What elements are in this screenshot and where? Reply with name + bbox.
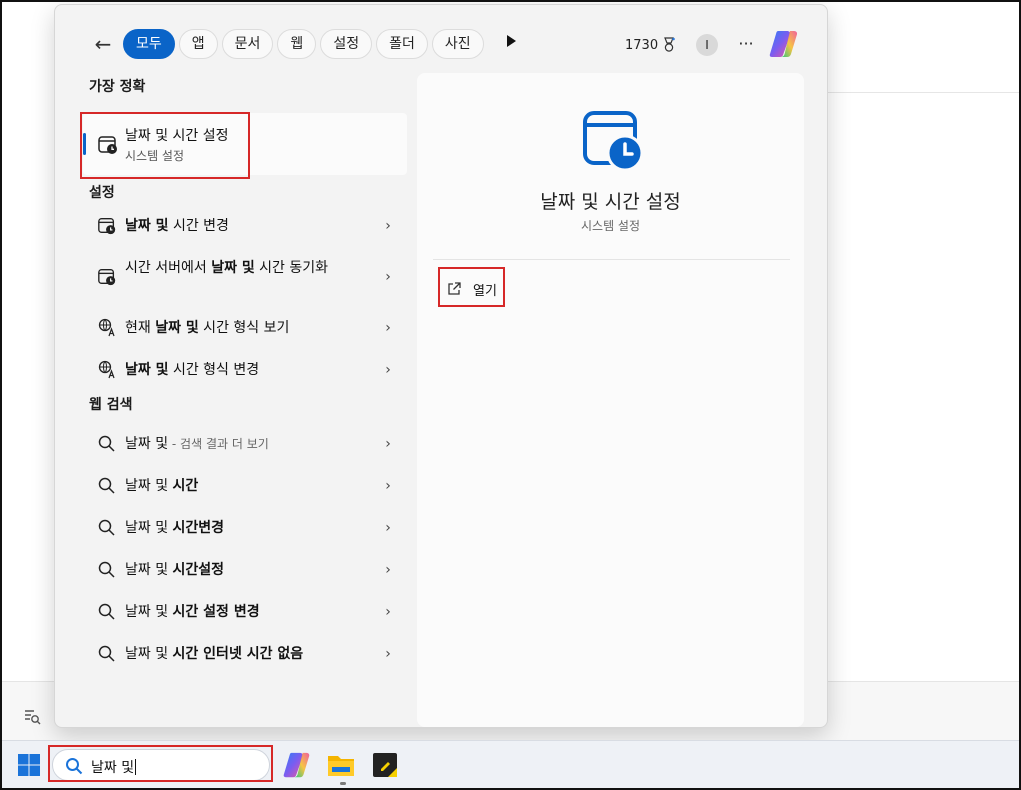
chevron-right-icon[interactable]: › xyxy=(381,644,395,664)
tab-web[interactable]: 웹 xyxy=(277,29,317,59)
tab-settings[interactable]: 설정 xyxy=(320,29,373,59)
best-match-subtitle: 시스템 설정 xyxy=(125,149,185,163)
chevron-right-icon[interactable]: › xyxy=(381,216,395,236)
windows-start-icon[interactable] xyxy=(17,753,41,777)
results-list: 가장 정확 날짜 및 시간 설정 시스템 설정 설정 날짜 및 시간 변경 › xyxy=(77,75,411,675)
tab-apps[interactable]: 앱 xyxy=(178,29,218,59)
chevron-right-icon[interactable]: › xyxy=(381,560,395,580)
taskbar-search-input[interactable]: 날짜 및 xyxy=(52,749,270,781)
search-filter-bar: ← 모두 앱 문서 웹 설정 폴더 사진 1730 I ··· xyxy=(55,5,827,75)
tab-photos[interactable]: 사진 xyxy=(431,29,484,59)
rewards-points[interactable]: 1730 xyxy=(625,37,676,53)
section-settings: 설정 xyxy=(89,185,115,201)
selection-indicator xyxy=(83,133,86,155)
settings-result-item[interactable]: 현재 날짜 및 시간 형식 보기 › xyxy=(83,307,407,349)
web-result-item[interactable]: 날짜 및 시간 › xyxy=(83,465,407,507)
open-external-icon xyxy=(448,282,461,295)
calendar-clock-icon xyxy=(98,269,116,286)
settings-result-item[interactable]: 시간 서버에서 날짜 및 시간 동기화 › xyxy=(83,247,407,307)
open-label: 열기 xyxy=(473,283,497,299)
more-options-icon[interactable]: ··· xyxy=(735,31,757,57)
avatar[interactable]: I xyxy=(696,34,718,56)
copilot-icon[interactable] xyxy=(282,750,312,780)
best-match-item[interactable]: 날짜 및 시간 설정 시스템 설정 xyxy=(83,113,407,175)
tab-documents[interactable]: 문서 xyxy=(221,29,274,59)
best-match-title: 날짜 및 시간 설정 xyxy=(125,128,229,144)
search-icon xyxy=(98,477,115,494)
file-explorer-icon[interactable] xyxy=(326,750,356,780)
result-detail-pane: 날짜 및 시간 설정 시스템 설정 열기 xyxy=(417,73,804,727)
web-result-item[interactable]: 날짜 및 시간 인터넷 시간 없음 › xyxy=(83,633,407,675)
result-text: 현재 날짜 및 시간 형식 보기 xyxy=(125,320,290,336)
filter-tabs: 모두 앱 문서 웹 설정 폴더 사진 xyxy=(123,29,528,59)
detail-subtitle: 시스템 설정 xyxy=(580,219,640,233)
search-panel: ← 모두 앱 문서 웹 설정 폴더 사진 1730 I ··· 가장 정확 날짜… xyxy=(54,4,828,728)
search-icon xyxy=(66,758,83,775)
result-text: 날짜 및 시간 형식 변경 xyxy=(125,362,260,378)
result-text: 날짜 및 시간변경 xyxy=(125,520,225,536)
search-icon xyxy=(98,645,115,662)
settings-result-item[interactable]: 날짜 및 시간 형식 변경 › xyxy=(83,349,407,391)
chevron-right-icon[interactable]: › xyxy=(381,602,395,622)
copilot-icon[interactable] xyxy=(768,29,800,59)
text-caret xyxy=(135,759,137,775)
search-icon xyxy=(98,519,115,536)
section-best-match: 가장 정확 xyxy=(89,79,146,95)
tab-all[interactable]: 모두 xyxy=(123,29,175,59)
calendar-clock-icon xyxy=(98,218,116,235)
medal-icon xyxy=(664,37,675,52)
language-format-icon xyxy=(98,318,115,337)
result-text: 시간 서버에서 날짜 및 시간 동기화 xyxy=(125,260,329,276)
chevron-right-icon[interactable]: › xyxy=(381,318,395,338)
background-divider xyxy=(828,92,1019,93)
chevron-right-icon[interactable]: › xyxy=(381,518,395,538)
list-search-icon[interactable] xyxy=(22,706,42,726)
open-button[interactable]: 열기 xyxy=(441,275,503,303)
settings-result-item[interactable]: 날짜 및 시간 변경 › xyxy=(83,205,407,247)
calendar-clock-icon xyxy=(98,136,117,154)
web-result-item[interactable]: 날짜 및 - 검색 결과 더 보기 › xyxy=(83,423,407,465)
result-text: 날짜 및 시간 xyxy=(125,478,199,494)
search-icon xyxy=(98,603,115,620)
search-icon xyxy=(98,561,115,578)
back-arrow-icon[interactable]: ← xyxy=(91,31,115,57)
sticky-notes-icon[interactable] xyxy=(370,750,400,780)
result-text: 날짜 및 시간 인터넷 시간 없음 xyxy=(125,646,304,662)
rewards-points-value: 1730 xyxy=(625,37,659,53)
language-format-icon xyxy=(98,360,115,379)
result-text: 날짜 및 시간 설정 변경 xyxy=(125,604,260,620)
tab-folders[interactable]: 폴더 xyxy=(376,29,428,59)
web-result-item[interactable]: 날짜 및 시간변경 › xyxy=(83,507,407,549)
result-text: 날짜 및 - 검색 결과 더 보기 xyxy=(125,436,269,452)
web-result-item[interactable]: 날짜 및 시간설정 › xyxy=(83,549,407,591)
chevron-right-icon[interactable]: › xyxy=(381,476,395,496)
divider xyxy=(433,259,790,260)
result-text: 날짜 및 시간설정 xyxy=(125,562,225,578)
play-more-tabs-icon[interactable] xyxy=(494,29,528,59)
chevron-right-icon[interactable]: › xyxy=(381,360,395,380)
search-query: 날짜 및 xyxy=(91,759,137,776)
chevron-right-icon[interactable]: › xyxy=(381,434,395,454)
chevron-right-icon[interactable]: › xyxy=(381,267,395,287)
calendar-clock-icon xyxy=(583,111,643,171)
web-result-item[interactable]: 날짜 및 시간 설정 변경 › xyxy=(83,591,407,633)
running-indicator xyxy=(340,782,346,785)
detail-title: 날짜 및 시간 설정 xyxy=(540,191,681,213)
taskbar: 날짜 및 xyxy=(2,740,1019,788)
search-icon xyxy=(98,435,115,452)
result-text: 날짜 및 시간 변경 xyxy=(125,218,229,234)
section-web-search: 웹 검색 xyxy=(89,397,133,413)
